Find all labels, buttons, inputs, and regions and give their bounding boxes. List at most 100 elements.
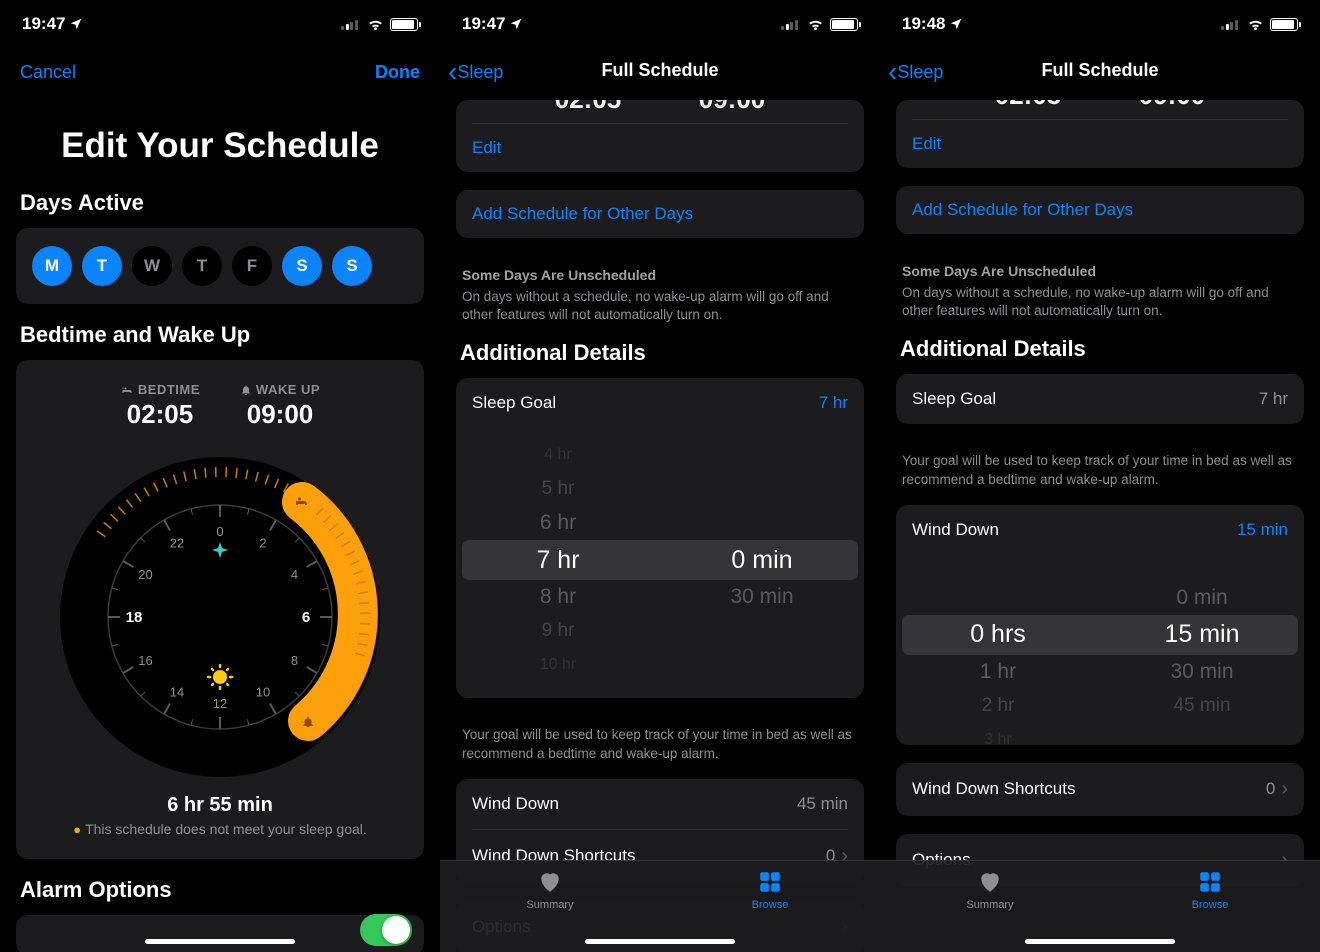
signal-icon (781, 18, 801, 30)
day-3[interactable]: T (182, 246, 222, 286)
wifi-icon (1247, 16, 1264, 33)
sleep-goal-label: Sleep Goal (912, 389, 996, 409)
edit-button[interactable]: Edit (456, 124, 864, 172)
add-schedule-button[interactable]: Add Schedule for Other Days (896, 186, 1304, 234)
wind-down-row[interactable]: Wind Down 15 min (896, 505, 1304, 555)
screen-edit-schedule: 19:47 Cancel Done Edit Your Schedule Day… (0, 0, 440, 952)
sleep-goal-value: 7 hr (819, 393, 848, 413)
day-0[interactable]: M (32, 246, 72, 286)
tab-browse-label: Browse (752, 899, 789, 911)
alarm-options-card[interactable] (16, 915, 424, 952)
warning-icon: ● (73, 822, 81, 837)
sleep-goal-row[interactable]: Sleep Goal 7 hr (456, 378, 864, 428)
location-icon (69, 17, 83, 31)
wind-down-label: Wind Down (472, 794, 559, 814)
bedtime-wakeup-header: Bedtime and Wake Up (0, 322, 440, 348)
home-indicator[interactable] (585, 939, 735, 944)
home-indicator[interactable] (1025, 939, 1175, 944)
bedtime-value: 02:05 (120, 399, 200, 430)
screen-full-schedule-winddown: 19:48 ‹Sleep Full Schedule 02:0509:00 Ed… (880, 0, 1320, 952)
svg-text:2: 2 (259, 536, 266, 551)
back-button[interactable]: ‹Sleep (888, 58, 943, 86)
back-button[interactable]: ‹Sleep (448, 58, 503, 86)
sleep-dial[interactable]: 0246810121416182022 (55, 452, 385, 782)
svg-text:20: 20 (138, 567, 152, 582)
location-icon (509, 17, 523, 31)
sleep-goal-label: Sleep Goal (472, 393, 556, 413)
svg-text:8: 8 (291, 653, 298, 668)
grid-icon (1196, 869, 1224, 895)
add-schedule-card: Add Schedule for Other Days (456, 190, 864, 238)
goal-help-footnote: Your goal will be used to keep track of … (880, 442, 1320, 504)
done-button[interactable]: Done (375, 62, 420, 83)
status-bar: 19:47 (440, 0, 880, 48)
status-bar: 19:47 (0, 0, 440, 48)
sleep-goal-card: Sleep Goal 7 hr 4 hr5 hr6 hr7 hr0 min8 h… (456, 378, 864, 698)
unscheduled-footnote: Some Days Are Unscheduled On days withou… (440, 256, 880, 340)
day-4[interactable]: F (232, 246, 272, 286)
additional-details-header: Additional Details (440, 340, 880, 366)
status-time: 19:48 (902, 14, 945, 34)
tab-summary-label: Summary (526, 899, 573, 911)
alarm-toggle[interactable] (360, 914, 412, 946)
sleep-goal-value: 7 hr (1259, 389, 1288, 409)
sleep-goal-picker[interactable]: 4 hr5 hr6 hr7 hr0 min8 hr30 min9 hr10 hr (456, 428, 864, 698)
bell-icon (240, 384, 252, 396)
schedule-card: 02:05 09:00 Edit (456, 100, 864, 172)
bedtime-label: BEDTIME (138, 382, 200, 397)
days-active-header: Days Active (0, 190, 440, 216)
svg-text:4: 4 (291, 567, 298, 582)
goal-help-footnote: Your goal will be used to keep track of … (440, 716, 880, 778)
page-title: Edit Your Schedule (0, 126, 440, 166)
status-bar: 19:48 (880, 0, 1320, 48)
wind-down-shortcuts-row[interactable]: Wind Down Shortcuts 0 › (896, 763, 1304, 816)
nav-title: Full Schedule (601, 60, 718, 81)
wind-down-row[interactable]: Wind Down 45 min (456, 779, 864, 829)
svg-text:6: 6 (302, 609, 310, 626)
cancel-button[interactable]: Cancel (20, 62, 76, 83)
warning-text: ●This schedule does not meet your sleep … (16, 817, 424, 859)
day-1[interactable]: T (82, 246, 122, 286)
battery-icon (390, 18, 418, 31)
wind-down-picker[interactable]: 0 min0 hrs15 min1 hr30 min2 hr45 min3 hr (896, 555, 1304, 745)
day-2[interactable]: W (132, 246, 172, 286)
sleep-goal-row[interactable]: Sleep Goal 7 hr (896, 374, 1304, 424)
wifi-icon (367, 16, 384, 33)
svg-text:14: 14 (170, 684, 184, 699)
chevron-left-icon: ‹ (448, 58, 457, 86)
heart-icon (976, 869, 1004, 895)
svg-text:0: 0 (216, 524, 223, 539)
bed-icon (120, 384, 134, 396)
heart-icon (536, 869, 564, 895)
alarm-options-header: Alarm Options (0, 877, 440, 903)
home-indicator[interactable] (145, 939, 295, 944)
wind-down-card: Wind Down 15 min 0 min0 hrs15 min1 hr30 … (896, 505, 1304, 745)
tab-summary-label: Summary (966, 899, 1013, 911)
grid-icon (756, 869, 784, 895)
day-5[interactable]: S (282, 246, 322, 286)
shortcuts-value: 0 (1266, 779, 1275, 799)
tab-browse-label: Browse (1192, 899, 1229, 911)
wakeup-label: WAKE UP (256, 382, 320, 397)
bedtime-peek: 02:05 (995, 100, 1062, 111)
duration-text: 6 hr 55 min (16, 794, 424, 817)
bedtime-peek: 02:05 (555, 100, 622, 115)
location-icon (949, 17, 963, 31)
svg-text:18: 18 (126, 609, 143, 626)
wifi-icon (807, 16, 824, 33)
shortcuts-card: Wind Down Shortcuts 0 › (896, 763, 1304, 816)
add-schedule-card: Add Schedule for Other Days (896, 186, 1304, 234)
day-6[interactable]: S (332, 246, 372, 286)
svg-text:10: 10 (256, 684, 270, 699)
signal-icon (1221, 18, 1241, 30)
svg-text:22: 22 (170, 536, 184, 551)
edit-button[interactable]: Edit (896, 120, 1304, 168)
add-schedule-button[interactable]: Add Schedule for Other Days (456, 190, 864, 238)
wakeup-peek: 09:00 (699, 100, 766, 115)
wind-down-value: 45 min (797, 794, 848, 814)
wind-down-value: 15 min (1237, 520, 1288, 540)
unscheduled-footnote: Some Days Are Unscheduled On days withou… (880, 252, 1320, 336)
shortcuts-label: Wind Down Shortcuts (912, 779, 1075, 799)
chevron-right-icon: › (1281, 778, 1288, 801)
navbar: Cancel Done (0, 48, 440, 96)
